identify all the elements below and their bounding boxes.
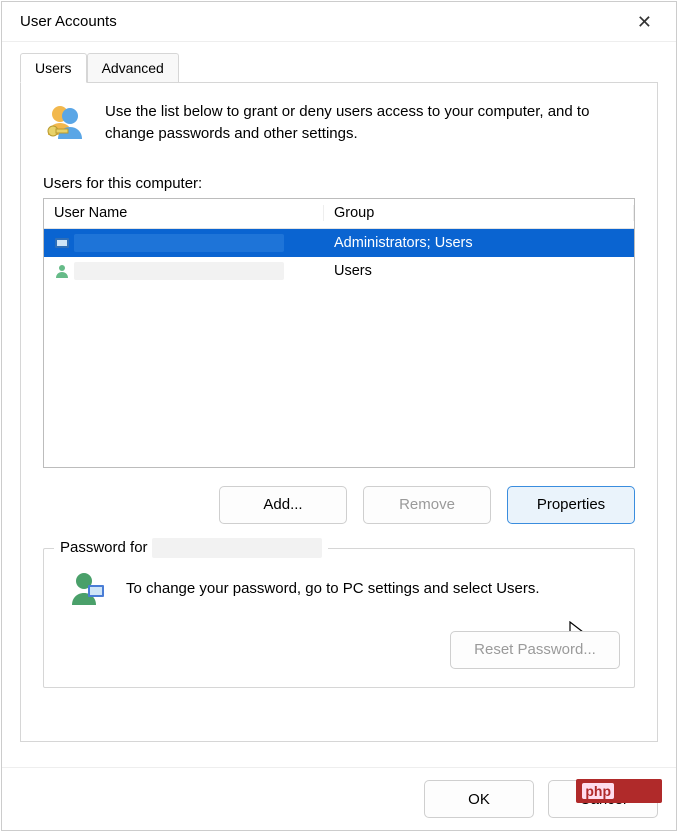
user-icon	[54, 263, 70, 279]
users-table[interactable]: User Name Group Administrators; Users	[43, 198, 635, 468]
user-action-buttons: Add... Remove Properties	[43, 486, 635, 524]
intro-row: Use the list below to grant or deny user…	[43, 101, 635, 145]
php-watermark-badge: php	[576, 779, 662, 803]
remove-button[interactable]: Remove	[363, 486, 491, 524]
password-section-legend: Password for	[54, 538, 328, 558]
titlebar: User Accounts ✕	[2, 2, 676, 42]
password-info-row: To change your password, go to PC settin…	[66, 569, 624, 609]
intro-text: Use the list below to grant or deny user…	[105, 101, 635, 145]
password-legend-prefix: Password for	[60, 539, 148, 556]
redacted-username	[74, 234, 284, 252]
users-list-label: Users for this computer:	[43, 175, 635, 192]
column-header-group[interactable]: Group	[324, 205, 634, 221]
cell-group: Users	[324, 263, 634, 279]
dialog-footer: OK Cancel	[2, 767, 676, 830]
column-header-username[interactable]: User Name	[44, 205, 324, 221]
redacted-username	[74, 262, 284, 280]
table-row[interactable]: Users	[44, 257, 634, 285]
content-area: Users Advanced Use the list below to gra…	[2, 42, 676, 767]
tab-advanced[interactable]: Advanced	[87, 53, 179, 82]
tab-panel-users: Use the list below to grant or deny user…	[20, 82, 658, 742]
reset-password-button[interactable]: Reset Password...	[450, 631, 620, 669]
redacted-username	[152, 538, 322, 558]
php-badge-text: php	[582, 783, 614, 799]
add-button[interactable]: Add...	[219, 486, 347, 524]
ok-button[interactable]: OK	[424, 780, 534, 818]
password-section: Password for To change your password, go…	[43, 548, 635, 688]
table-row[interactable]: Administrators; Users	[44, 229, 634, 257]
tab-strip: Users Advanced	[20, 48, 658, 82]
user-shield-icon	[66, 569, 106, 609]
users-keys-icon	[43, 101, 85, 143]
cell-group: Administrators; Users	[324, 235, 634, 251]
table-header: User Name Group	[44, 199, 634, 229]
user-accounts-window: User Accounts ✕ Users Advanced	[1, 1, 677, 831]
password-info-text: To change your password, go to PC settin…	[126, 580, 540, 597]
user-icon	[54, 235, 70, 251]
window-title: User Accounts	[20, 13, 117, 30]
tab-users[interactable]: Users	[20, 53, 87, 83]
properties-button[interactable]: Properties	[507, 486, 635, 524]
close-icon[interactable]: ✕	[627, 9, 662, 35]
